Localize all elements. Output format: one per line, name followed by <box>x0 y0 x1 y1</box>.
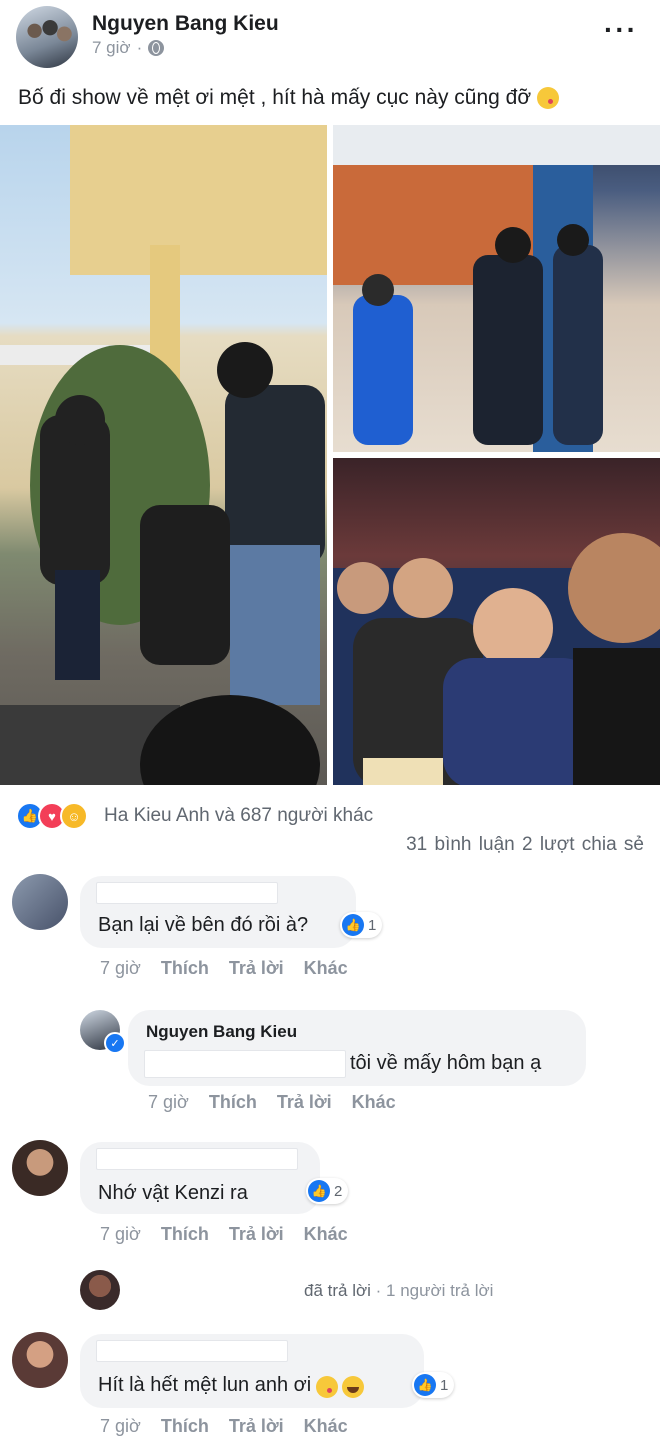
more-button[interactable]: Khác <box>352 1092 396 1113</box>
laugh-emoji-icon <box>342 1375 365 1398</box>
globe-icon <box>148 40 165 56</box>
comment-text: Hít là hết mệt lun anh ơi <box>98 1374 312 1396</box>
commenter-avatar[interactable] <box>12 874 68 930</box>
comment-bubble: Nhớ vật Kenzi ra <box>80 1142 320 1214</box>
replier-avatar[interactable] <box>80 1270 120 1310</box>
comment-time: 7 giờ <box>100 1416 141 1436</box>
redacted-name <box>96 1148 298 1170</box>
comment-text: Nhớ vật Kenzi ra <box>98 1182 248 1204</box>
reaction-icons[interactable]: 👍 ♥ ☺ <box>16 802 88 830</box>
reply-button[interactable]: Trả lời <box>229 958 284 979</box>
kiss-emoji-icon <box>315 1375 338 1398</box>
comment-time: 7 giờ <box>100 958 141 978</box>
more-button[interactable]: Khác <box>304 958 348 979</box>
like-button[interactable]: Thích <box>161 1416 209 1437</box>
comment-content: Hít là hết mệt lun anh ơi <box>98 1374 365 1398</box>
comment-bubble: Bạn lại về bên đó rồi à? <box>80 876 356 948</box>
comment-time: 7 giờ <box>100 1224 141 1244</box>
replied-label: đã trả lời <box>304 1281 371 1300</box>
author-avatar[interactable] <box>16 6 78 68</box>
commenter-avatar[interactable] <box>12 1332 68 1388</box>
like-button[interactable]: Thích <box>161 1224 209 1245</box>
post-photo-3[interactable] <box>333 458 660 785</box>
comment-like-badge[interactable]: 👍 2 <box>306 1178 349 1204</box>
photo-2-scene <box>333 125 660 452</box>
post-author-name[interactable]: Nguyen Bang Kieu <box>92 12 279 36</box>
caption-text: Bố đi show về mệt ơi mệt , hít hà mấy cụ… <box>18 86 532 109</box>
comment-text: Bạn lại về bên đó rồi à? <box>98 914 309 936</box>
ellipsis-icon[interactable]: ··· <box>604 14 638 46</box>
post-photo-1[interactable] <box>0 125 327 785</box>
comment-actions: 7 giờ Thích Trả lời Khác <box>100 1416 348 1437</box>
more-button[interactable]: Khác <box>304 1416 348 1437</box>
post-time[interactable]: 7 giờ <box>92 38 131 58</box>
redacted-name <box>96 882 278 904</box>
photo-1-scene <box>0 125 327 785</box>
reply-author-name[interactable]: Nguyen Bang Kieu <box>146 1022 297 1042</box>
reply-count: · 1 người trả lời <box>375 1281 494 1300</box>
redacted-mention <box>144 1050 346 1078</box>
post-meta: 7 giờ · <box>92 38 165 58</box>
kiss-emoji-icon <box>536 87 559 110</box>
comment-like-badge[interactable]: 👍 1 <box>412 1372 455 1398</box>
more-button[interactable]: Khác <box>304 1224 348 1245</box>
reply-button[interactable]: Trả lời <box>277 1092 332 1113</box>
comment-like-badge[interactable]: 👍 1 <box>340 912 383 938</box>
replies-summary[interactable]: đã trả lời · 1 người trả lời <box>304 1281 493 1301</box>
comment-bubble: Hít là hết mệt lun anh ơi <box>80 1334 424 1408</box>
photo-3-scene <box>333 533 660 785</box>
like-count: 1 <box>368 916 377 934</box>
reply-button[interactable]: Trả lời <box>229 1416 284 1437</box>
commenter-avatar[interactable] <box>12 1140 68 1196</box>
like-button[interactable]: Thích <box>209 1092 257 1113</box>
post-caption: Bố đi show về mệt ơi mệt , hít hà mấy cụ… <box>18 86 559 110</box>
like-icon: 👍 <box>342 914 364 936</box>
reply-time: 7 giờ <box>148 1092 189 1112</box>
haha-icon: ☺ <box>60 802 88 830</box>
reply-text: tôi về mấy hôm bạn ạ <box>350 1052 542 1074</box>
reply-bubble: Nguyen Bang Kieu tôi về mấy hôm bạn ạ <box>128 1010 586 1086</box>
like-button[interactable]: Thích <box>161 958 209 979</box>
like-count: 1 <box>440 1376 449 1394</box>
comment-actions: 7 giờ Thích Trả lời Khác <box>100 958 348 979</box>
like-count: 2 <box>334 1182 343 1200</box>
comments-count[interactable]: 31 bình luận <box>406 834 515 855</box>
verified-icon: ✓ <box>104 1032 126 1054</box>
shares-count[interactable]: 2 lượt chia sẻ <box>522 834 644 855</box>
like-icon: 👍 <box>308 1180 330 1202</box>
post-photo-2[interactable] <box>333 125 660 452</box>
engagement-counts: 31 bình luận 2 lượt chia sẻ <box>406 834 644 856</box>
reply-actions: 7 giờ Thích Trả lời Khác <box>148 1092 396 1113</box>
redacted-name <box>96 1340 288 1362</box>
comment-actions: 7 giờ Thích Trả lời Khác <box>100 1224 348 1245</box>
like-icon: 👍 <box>414 1374 436 1396</box>
reaction-summary[interactable]: Ha Kieu Anh và 687 người khác <box>104 805 373 827</box>
reply-button[interactable]: Trả lời <box>229 1224 284 1245</box>
